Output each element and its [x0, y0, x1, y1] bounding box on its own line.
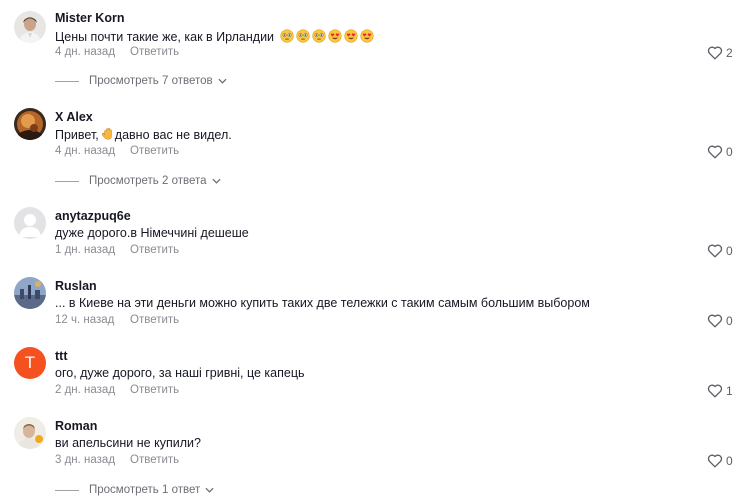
like-count: 0	[726, 453, 733, 468]
heart-outline-icon	[707, 384, 723, 398]
comment-text-content: Цены почти такие же, как в Ирландии	[55, 30, 275, 44]
comment-text: ого, дуже дорого, за наші гривні, це кап…	[55, 366, 305, 380]
avatar[interactable]: T	[14, 347, 46, 379]
divider-line	[55, 180, 79, 182]
timestamp: 4 дн. назад	[55, 46, 116, 58]
comment-text-after: давно вас не видел.	[114, 128, 232, 142]
heart-eyes-emoji-icon	[343, 29, 358, 43]
username[interactable]: ttt	[55, 349, 68, 363]
reply-button[interactable]: Ответить	[130, 454, 179, 466]
timestamp: 3 дн. назад	[55, 454, 116, 466]
avatar-letter: T	[24, 353, 36, 372]
like-count: 1	[726, 383, 733, 398]
chevron-down-icon	[211, 178, 221, 184]
avatar[interactable]	[14, 207, 46, 239]
avatar[interactable]	[14, 108, 46, 140]
heart-eyes-emoji-icon	[327, 29, 342, 43]
flushed-emoji-icon	[295, 29, 310, 43]
heart-outline-icon	[707, 46, 723, 60]
like-button[interactable]: 2	[707, 45, 733, 60]
reply-button[interactable]: Ответить	[130, 145, 179, 157]
comment-meta: 2 дн. назад Ответить	[55, 384, 179, 396]
like-count: 0	[726, 144, 733, 159]
view-replies-label: Просмотреть 1 ответ	[89, 484, 201, 496]
like-button[interactable]: 0	[707, 453, 733, 468]
comment-meta: 1 дн. назад Ответить	[55, 244, 179, 256]
heart-outline-icon	[707, 145, 723, 159]
username[interactable]: X Alex	[55, 110, 93, 124]
timestamp: 2 дн. назад	[55, 384, 116, 396]
username[interactable]: anytazpuq6e	[55, 209, 131, 223]
comment-meta: 4 дн. назад Ответить	[55, 46, 179, 58]
divider-line	[55, 80, 79, 82]
timestamp: 4 дн. назад	[55, 145, 116, 157]
waving-hand-icon	[101, 127, 115, 144]
view-replies-button[interactable]: Просмотреть 7 ответов	[55, 75, 227, 87]
like-button[interactable]: 0	[707, 313, 733, 328]
flushed-emoji-icon	[311, 29, 326, 43]
view-replies-label: Просмотреть 7 ответов	[89, 75, 213, 87]
username[interactable]: Ruslan	[55, 279, 97, 293]
reply-button[interactable]: Ответить	[130, 384, 179, 396]
comment-text: дуже дорого.в Німеччині дешеше	[55, 226, 249, 240]
username[interactable]: Roman	[55, 419, 97, 433]
reply-button[interactable]: Ответить	[130, 244, 179, 256]
view-replies-button[interactable]: Просмотреть 2 ответа	[55, 175, 221, 187]
heart-outline-icon	[707, 314, 723, 328]
like-count: 2	[726, 45, 733, 60]
flushed-emoji-icon	[279, 29, 294, 43]
comment-meta: 3 дн. назад Ответить	[55, 454, 179, 466]
like-button[interactable]: 0	[707, 243, 733, 258]
emoji-row	[278, 29, 374, 44]
comment-meta: 4 дн. назад Ответить	[55, 145, 179, 157]
heart-outline-icon	[707, 454, 723, 468]
chevron-down-icon	[218, 78, 227, 84]
like-count: 0	[726, 313, 733, 328]
comment-text: Привет, давно вас не видел.	[55, 127, 232, 144]
comment-text: ... в Киеве на эти деньги можно купить т…	[55, 296, 590, 310]
divider-line	[55, 489, 79, 491]
comment-text: Цены почти такие же, как в Ирландии	[55, 29, 374, 44]
timestamp: 12 ч. назад	[55, 314, 115, 326]
like-button[interactable]: 1	[707, 383, 733, 398]
comment-text: ви апельсини не купили?	[55, 436, 201, 450]
like-button[interactable]: 0	[707, 144, 733, 159]
heart-outline-icon	[707, 244, 723, 258]
avatar[interactable]	[14, 11, 46, 43]
reply-button[interactable]: Ответить	[130, 314, 179, 326]
chevron-down-icon	[205, 487, 214, 493]
reply-button[interactable]: Ответить	[130, 46, 179, 58]
avatar[interactable]	[14, 277, 46, 309]
avatar[interactable]	[14, 417, 46, 449]
timestamp: 1 дн. назад	[55, 244, 116, 256]
username[interactable]: Mister Korn	[55, 11, 124, 25]
heart-eyes-emoji-icon	[359, 29, 374, 43]
comment-meta: 12 ч. назад Ответить	[55, 314, 179, 326]
view-replies-button[interactable]: Просмотреть 1 ответ	[55, 484, 214, 496]
comment-text-before: Привет,	[55, 128, 99, 142]
like-count: 0	[726, 243, 733, 258]
view-replies-label: Просмотреть 2 ответа	[89, 175, 207, 187]
